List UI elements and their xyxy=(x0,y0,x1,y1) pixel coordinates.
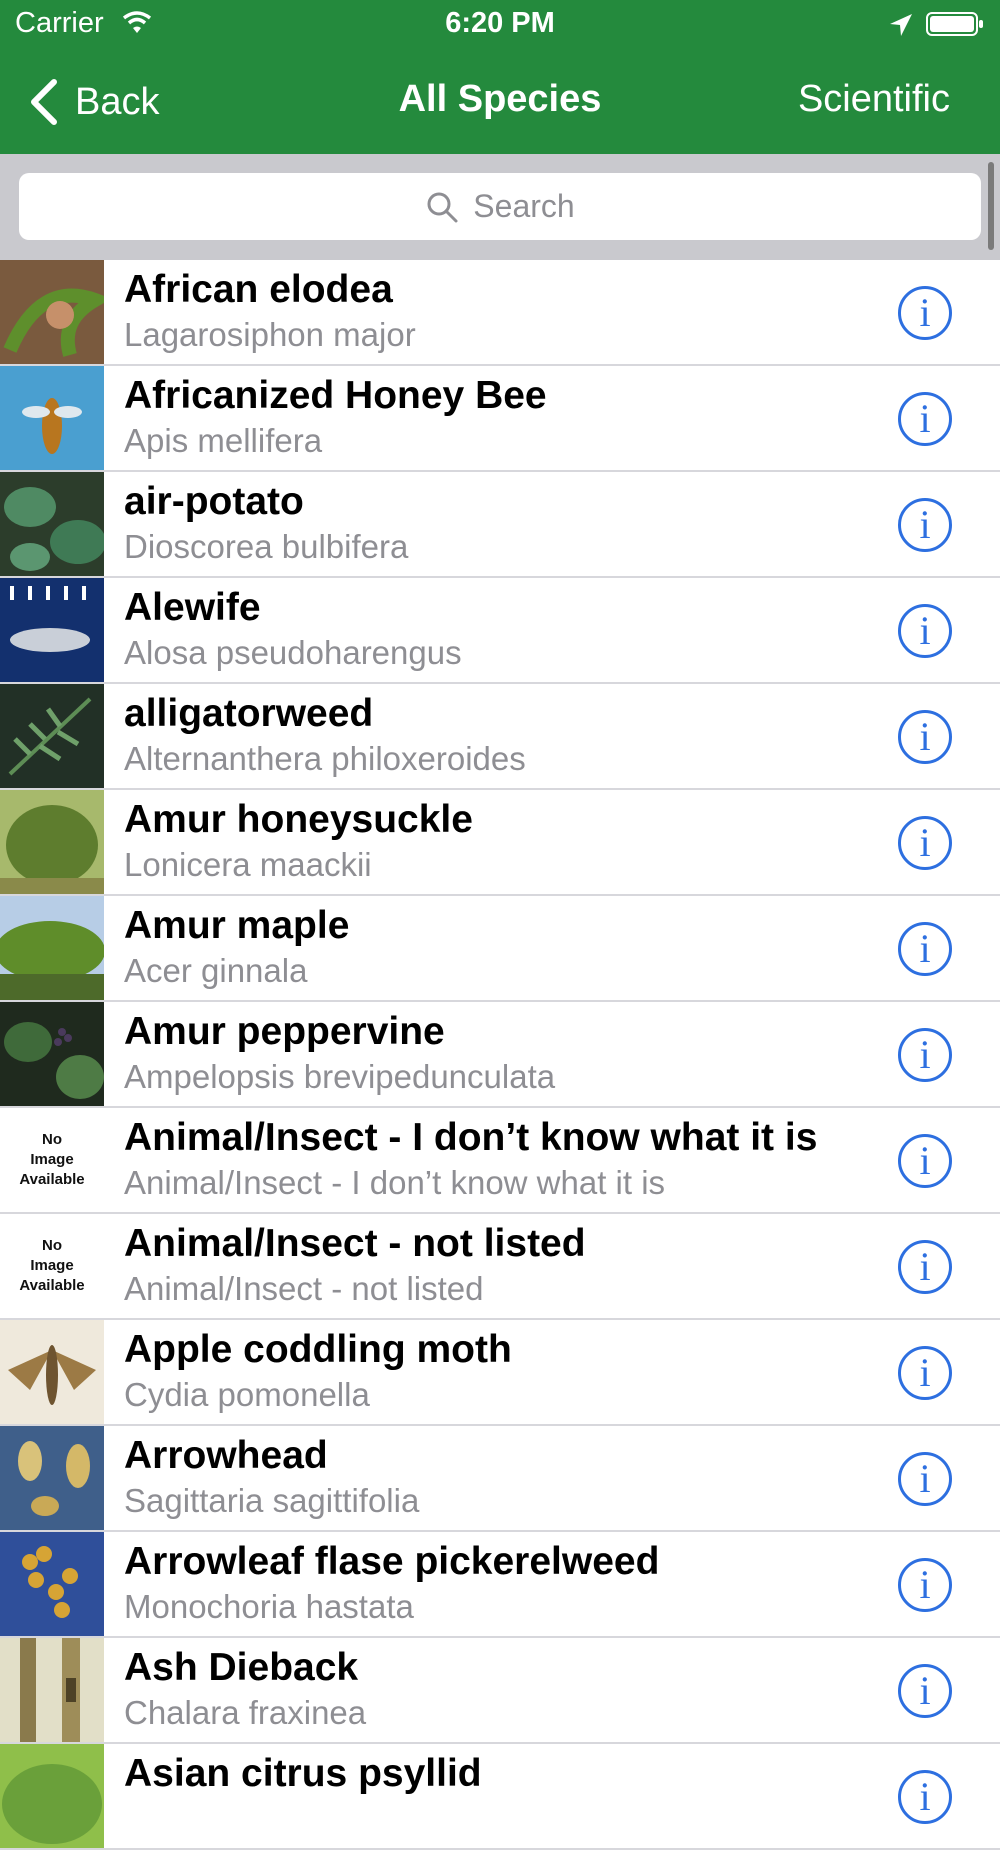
species-scientific-name: Chalara fraxinea xyxy=(124,1694,367,1731)
species-scientific-name: Animal/Insect - not listed xyxy=(124,1270,484,1307)
info-icon[interactable]: i xyxy=(898,1558,952,1612)
species-scientific-name: Alternanthera philoxeroides xyxy=(124,740,526,777)
list-item[interactable]: Arrowleaf flase pickerelweed Monochoria … xyxy=(0,1532,1000,1638)
species-scientific-name: Ampelopsis brevipedunculata xyxy=(124,1058,556,1095)
species-thumbnail xyxy=(0,1002,104,1106)
info-icon[interactable]: i xyxy=(898,1240,952,1294)
list-item[interactable]: Apple coddling moth Cydia pomonella i xyxy=(0,1320,1000,1426)
species-scientific-name: Cydia pomonella xyxy=(124,1376,370,1413)
species-name: Animal/Insect - I don’t know what it is xyxy=(124,1116,818,1159)
species-thumbnail xyxy=(0,260,104,364)
info-icon[interactable]: i xyxy=(898,604,952,658)
species-thumbnail: No Image Available xyxy=(0,1214,104,1318)
species-scientific-name: Acer ginnala xyxy=(124,952,308,989)
list-item[interactable]: Asian citrus psyllid i xyxy=(0,1744,1000,1850)
species-thumbnail xyxy=(0,578,104,682)
species-thumbnail xyxy=(0,472,104,576)
species-name: Arrowhead xyxy=(124,1434,328,1477)
info-icon[interactable]: i xyxy=(898,1134,952,1188)
species-name: alligatorweed xyxy=(124,692,374,735)
search-bar: Search xyxy=(0,154,1000,260)
species-name: Amur peppervine xyxy=(124,1010,445,1053)
info-icon[interactable]: i xyxy=(898,710,952,764)
info-icon[interactable]: i xyxy=(898,922,952,976)
species-name: Ash Dieback xyxy=(124,1646,359,1689)
info-icon[interactable]: i xyxy=(898,498,952,552)
species-scientific-name: Monochoria hastata xyxy=(124,1588,414,1625)
species-name: Amur maple xyxy=(124,904,350,947)
species-thumbnail: No Image Available xyxy=(0,1108,104,1212)
species-name: Arrowleaf flase pickerelweed xyxy=(124,1540,660,1583)
species-name: Africanized Honey Bee xyxy=(124,374,547,417)
status-bar: Carrier 6:20 PM xyxy=(0,0,1000,48)
species-thumbnail xyxy=(0,1744,104,1848)
scientific-toggle-button[interactable]: Scientific xyxy=(798,78,950,121)
species-scientific-name: Lonicera maackii xyxy=(124,846,372,883)
list-item[interactable]: Ash Dieback Chalara fraxinea i xyxy=(0,1638,1000,1744)
list-item[interactable]: Amur honeysuckle Lonicera maackii i xyxy=(0,790,1000,896)
location-arrow-icon xyxy=(890,14,912,36)
species-thumbnail xyxy=(0,684,104,788)
species-thumbnail xyxy=(0,1532,104,1636)
info-icon[interactable]: i xyxy=(898,1770,952,1824)
info-icon[interactable]: i xyxy=(898,1452,952,1506)
species-name: Asian citrus psyllid xyxy=(124,1752,482,1795)
species-thumbnail xyxy=(0,366,104,470)
list-item[interactable]: African elodea Lagarosiphon major i xyxy=(0,260,1000,366)
species-thumbnail xyxy=(0,1426,104,1530)
species-name: air-potato xyxy=(124,480,304,523)
list-item[interactable]: Africanized Honey Bee Apis mellifera i xyxy=(0,366,1000,472)
species-thumbnail xyxy=(0,896,104,1000)
species-scientific-name: Apis mellifera xyxy=(124,422,323,459)
list-item[interactable]: air-potato Dioscorea bulbifera i xyxy=(0,472,1000,578)
search-input[interactable]: Search xyxy=(19,173,981,240)
species-scientific-name: Animal/Insect - I don’t know what it is xyxy=(124,1164,666,1201)
info-icon[interactable]: i xyxy=(898,1346,952,1400)
list-item[interactable]: alligatorweed Alternanthera philoxeroide… xyxy=(0,684,1000,790)
clock: 6:20 PM xyxy=(445,7,555,39)
species-name: Alewife xyxy=(124,586,261,629)
info-icon[interactable]: i xyxy=(898,286,952,340)
species-scientific-name: Sagittaria sagittifolia xyxy=(124,1482,420,1519)
navigation-header: Carrier 6:20 PM Back All Species Scienti… xyxy=(0,0,1000,154)
no-image-placeholder: No Image Available xyxy=(0,1108,104,1212)
species-list: African elodea Lagarosiphon major i Afri… xyxy=(0,260,1000,1850)
species-scientific-name: Lagarosiphon major xyxy=(124,316,416,353)
species-scientific-name: Alosa pseudoharengus xyxy=(124,634,462,671)
species-name: Amur honeysuckle xyxy=(124,798,473,841)
list-item[interactable]: Amur maple Acer ginnala i xyxy=(0,896,1000,1002)
search-placeholder: Search xyxy=(473,188,575,224)
species-name: African elodea xyxy=(124,268,393,311)
battery-icon xyxy=(926,12,983,36)
search-icon xyxy=(427,192,458,222)
species-thumbnail xyxy=(0,1638,104,1742)
species-name: Animal/Insect - not listed xyxy=(124,1222,586,1265)
scroll-indicator[interactable] xyxy=(988,162,994,250)
list-item[interactable]: Amur peppervine Ampelopsis brevipeduncul… xyxy=(0,1002,1000,1108)
info-icon[interactable]: i xyxy=(898,1028,952,1082)
list-item[interactable]: No Image Available Animal/Insect - not l… xyxy=(0,1214,1000,1320)
species-thumbnail xyxy=(0,1320,104,1424)
species-name: Apple coddling moth xyxy=(124,1328,512,1371)
info-icon[interactable]: i xyxy=(898,392,952,446)
species-thumbnail xyxy=(0,790,104,894)
list-item[interactable]: Alewife Alosa pseudoharengus i xyxy=(0,578,1000,684)
list-item[interactable]: Arrowhead Sagittaria sagittifolia i xyxy=(0,1426,1000,1532)
info-icon[interactable]: i xyxy=(898,816,952,870)
species-scientific-name: Dioscorea bulbifera xyxy=(124,528,409,565)
list-item[interactable]: No Image Available Animal/Insect - I don… xyxy=(0,1108,1000,1214)
info-icon[interactable]: i xyxy=(898,1664,952,1718)
no-image-placeholder: No Image Available xyxy=(0,1214,104,1318)
